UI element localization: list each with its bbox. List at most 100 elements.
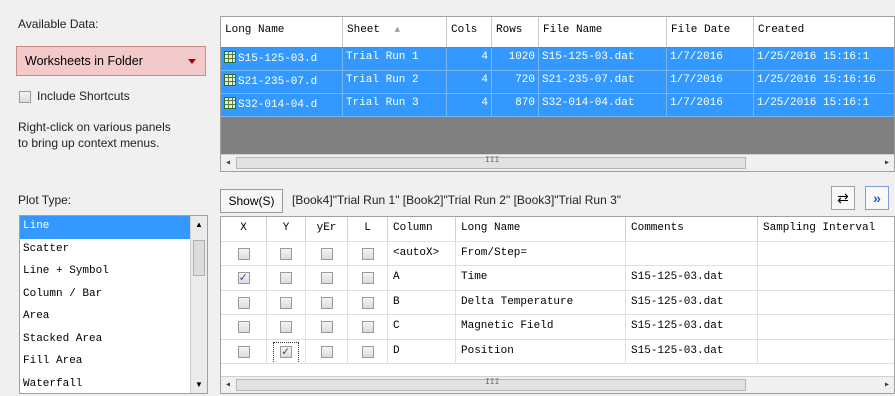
selected-books-text: [Book4]"Trial Run 1" [Book2]"Trial Run 2… <box>292 193 622 207</box>
worksheet-grid-hscroll[interactable]: ◂ III ▸ <box>221 154 894 171</box>
l-checkbox[interactable] <box>361 321 374 333</box>
col-column[interactable]: Column <box>388 217 456 241</box>
cell-text: 1/7/2016 <box>670 97 723 109</box>
col-file-date[interactable]: File Date <box>667 17 754 47</box>
available-data-dropdown[interactable]: Worksheets in Folder <box>16 46 206 76</box>
cell-column: A <box>388 266 456 290</box>
cell-comments: S15-125-03.dat <box>626 315 758 339</box>
column-row[interactable]: C Magnetic Field S15-125-03.dat <box>221 315 894 340</box>
col-y[interactable]: Y <box>267 217 306 241</box>
x-checkbox[interactable] <box>237 247 250 260</box>
col-file-name[interactable]: File Name <box>539 17 667 47</box>
yer-checkbox[interactable] <box>320 247 333 260</box>
cell-file-date: 1/7/2016 <box>667 48 754 71</box>
col-rows[interactable]: Rows <box>492 17 539 47</box>
column-row[interactable]: <autoX> From/Step= <box>221 241 894 266</box>
column-row[interactable]: ✓ A Time S15-125-03.dat <box>221 266 894 291</box>
cell-created: 1/25/2016 15:16:1 <box>754 94 894 117</box>
x-checkbox[interactable] <box>237 296 250 309</box>
x-checkbox[interactable] <box>237 321 250 333</box>
plot-type-scrollbar[interactable]: ▲ ▼ <box>190 216 207 393</box>
cell-yer <box>306 266 348 290</box>
col-long-name[interactable]: Long Name <box>221 17 343 47</box>
worksheet-row[interactable]: S15-125-03.d Trial Run 1 4 1020 S15-125-03.d… <box>221 48 894 71</box>
scroll-up-icon[interactable]: ▲ <box>195 220 203 229</box>
worksheet-icon <box>224 51 236 63</box>
cell-file-name: S15-125-03.dat <box>539 48 667 71</box>
column-grid-hthumb[interactable]: III <box>236 378 746 391</box>
yer-checkbox[interactable] <box>320 321 333 333</box>
y-checkbox[interactable] <box>280 247 292 260</box>
col-sampling-interval[interactable]: Sampling Interval <box>758 217 894 241</box>
l-checkbox[interactable] <box>361 247 374 260</box>
yer-checkbox[interactable] <box>320 272 333 284</box>
scroll-left-icon[interactable]: ◂ <box>225 379 231 391</box>
worksheet-grid[interactable]: Long Name Sheet ▲ Cols Rows File Name Fi… <box>220 16 895 172</box>
cell-file-date: 1/7/2016 <box>667 71 754 94</box>
col-created[interactable]: Created <box>754 17 894 47</box>
col-l[interactable]: L <box>348 217 388 241</box>
cell-long-name: Position <box>456 339 626 363</box>
cell-cols: 4 <box>447 94 492 117</box>
expand-icon[interactable]: » <box>865 186 889 210</box>
plot-type-item[interactable]: Line <box>20 216 207 239</box>
cell-text: 1/7/2016 <box>670 51 723 63</box>
swap-icon[interactable]: ⇄ <box>831 186 855 210</box>
cell-sampling-interval <box>758 315 894 339</box>
x-checkbox[interactable]: ✓ <box>237 271 250 285</box>
scroll-right-icon[interactable]: ▸ <box>884 157 890 169</box>
cell-long-name: S21-235-07.d <box>221 71 343 94</box>
cell-text: 1/25/2016 15:16:1 <box>757 97 870 109</box>
y-checkbox[interactable] <box>280 296 292 309</box>
cell-text: 4 <box>481 74 488 86</box>
worksheet-row[interactable]: S32-014-04.d Trial Run 3 4 870 S32-014-04.da… <box>221 94 894 117</box>
column-grid-hscroll[interactable]: ◂ III ▸ <box>221 376 894 393</box>
plot-type-item[interactable]: Scatter <box>20 239 207 262</box>
cell-text: 1020 <box>508 51 535 63</box>
plot-type-item[interactable]: Fill Area <box>20 351 207 374</box>
cell-yer <box>306 339 348 363</box>
yer-checkbox[interactable] <box>320 345 333 358</box>
plot-type-item[interactable]: Stacked Area <box>20 329 207 352</box>
col-x[interactable]: X <box>221 217 267 241</box>
worksheet-grid-hthumb[interactable]: III <box>236 156 746 169</box>
y-checkbox[interactable] <box>280 272 292 284</box>
cell-column: D <box>388 339 456 363</box>
cell-text: Trial Run 3 <box>346 97 419 109</box>
cell-yer <box>306 290 348 314</box>
col-long-name-2[interactable]: Long Name <box>456 217 626 241</box>
l-checkbox[interactable] <box>361 272 374 284</box>
plot-type-list[interactable]: Line Scatter Line + Symbol Column / Bar Area… <box>19 215 208 394</box>
column-row[interactable]: ✓ D Position S15-125-03.dat <box>221 339 894 364</box>
scroll-thumb[interactable] <box>193 240 205 276</box>
y-checkbox[interactable]: ✓ <box>280 345 292 359</box>
l-checkbox[interactable] <box>361 296 374 309</box>
col-sheet[interactable]: Sheet ▲ <box>343 17 447 47</box>
x-checkbox[interactable] <box>237 345 250 358</box>
cell-column: B <box>388 290 456 314</box>
col-comments[interactable]: Comments <box>626 217 758 241</box>
column-grid[interactable]: X Y yEr L Column Long Name Comments Samp… <box>220 216 895 394</box>
plot-type-item[interactable]: Waterfall <box>20 374 207 394</box>
yer-checkbox[interactable] <box>320 296 333 309</box>
l-checkbox[interactable] <box>361 345 374 358</box>
plot-type-item[interactable]: Area <box>20 306 207 329</box>
y-checkbox[interactable] <box>280 321 292 333</box>
scroll-left-icon[interactable]: ◂ <box>225 157 231 169</box>
cell-created: 1/25/2016 15:16:1 <box>754 48 894 71</box>
cell-long-name: Magnetic Field <box>456 315 626 339</box>
include-shortcuts-checkbox[interactable] <box>19 91 31 103</box>
column-row[interactable]: B Delta Temperature S15-125-03.dat <box>221 290 894 315</box>
hint-text-line2: to bring up context menus. <box>18 136 160 150</box>
plot-type-item[interactable]: Line + Symbol <box>20 261 207 284</box>
scroll-down-icon[interactable]: ▼ <box>195 380 203 389</box>
col-cols[interactable]: Cols <box>447 17 492 47</box>
cell-long-name: Delta Temperature <box>456 290 626 314</box>
cell-long-name: S32-014-04.d <box>221 94 343 117</box>
show-button[interactable]: Show(S) <box>220 189 283 213</box>
cell-comments: S15-125-03.dat <box>626 339 758 363</box>
plot-type-item[interactable]: Column / Bar <box>20 284 207 307</box>
scroll-right-icon[interactable]: ▸ <box>884 379 890 391</box>
worksheet-row[interactable]: S21-235-07.d Trial Run 2 4 720 S21-235-07.da… <box>221 71 894 94</box>
col-yer[interactable]: yEr <box>306 217 348 241</box>
